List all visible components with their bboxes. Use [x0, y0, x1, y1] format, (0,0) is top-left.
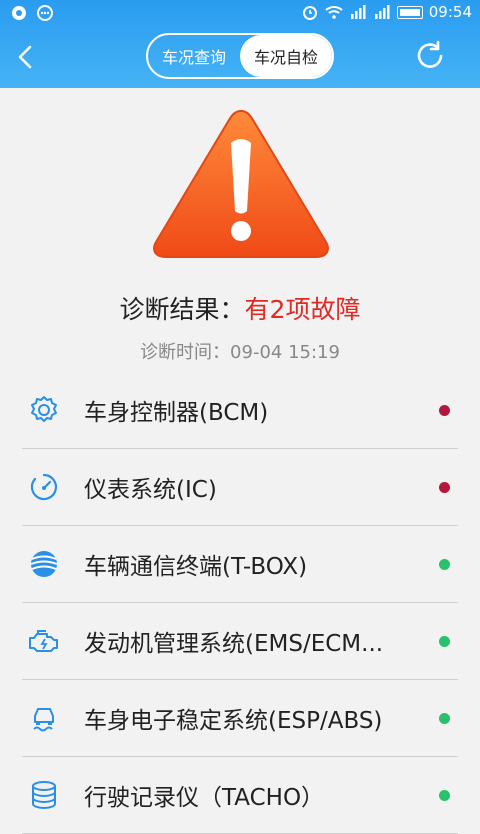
fault-status-dot: [439, 482, 450, 493]
tab-self-check[interactable]: 车况自检: [240, 35, 332, 77]
ok-status-dot: [439, 559, 450, 570]
system-label: 车辆通信终端(T-BOX): [84, 554, 308, 580]
message-notification-icon: [37, 5, 53, 21]
signal-2-icon: [374, 5, 390, 19]
engine-icon: [26, 623, 62, 659]
gauge-icon: [26, 469, 62, 505]
system-label: 车身电子稳定系统(ESP/ABS): [84, 708, 383, 734]
system-row-ems[interactable]: 发动机管理系统(EMS/ECM...: [22, 603, 458, 680]
header-bar: 09:54 车况查询 车况自检: [0, 0, 480, 88]
system-row-tbox[interactable]: 车辆通信终端(T-BOX): [22, 526, 458, 603]
ok-status-dot: [439, 713, 450, 724]
diagnosis-result: 诊断结果：有2项故障: [0, 290, 480, 326]
system-label: 仪表系统(IC): [84, 477, 217, 503]
globe-icon: [26, 546, 62, 582]
battery-icon: [396, 5, 423, 19]
system-row-tacho[interactable]: 行驶记录仪（TACHO）: [22, 757, 458, 834]
ok-status-dot: [439, 636, 450, 647]
warning-icon: [153, 109, 329, 258]
system-list: 车身控制器(BCM) 仪表系统(IC) 车辆通信终端(T-BOX) 发动机管理系…: [22, 372, 458, 834]
status-time: 09:54: [428, 3, 472, 21]
system-label: 发动机管理系统(EMS/ECM...: [84, 631, 384, 657]
alarm-icon: [302, 6, 317, 20]
system-row-bcm[interactable]: 车身控制器(BCM): [22, 372, 458, 449]
refresh-icon[interactable]: [414, 40, 446, 72]
gear-icon: [26, 392, 62, 428]
status-bar: 09:54: [0, 0, 480, 28]
diagnosis-time: 诊断时间：09-04 15:19: [140, 342, 340, 363]
car-stability-icon: [26, 700, 62, 736]
app-notification-icon: [12, 6, 26, 20]
database-icon: [26, 777, 62, 813]
tab-segment: 车况查询 车况自检: [146, 33, 334, 79]
back-icon[interactable]: [14, 44, 38, 70]
system-label: 车身控制器(BCM): [84, 400, 269, 426]
system-row-esp[interactable]: 车身电子稳定系统(ESP/ABS): [22, 680, 458, 757]
signal-icon: [350, 5, 366, 19]
wifi-icon: [325, 6, 343, 19]
system-label: 行驶记录仪（TACHO）: [84, 785, 325, 811]
diagnosis-result-label: 诊断结果：: [119, 295, 245, 324]
diagnosis-result-value: 有2项故障: [244, 295, 361, 324]
tab-vehicle-status[interactable]: 车况查询: [148, 35, 240, 77]
system-row-ic[interactable]: 仪表系统(IC): [22, 449, 458, 526]
ok-status-dot: [439, 790, 450, 801]
fault-status-dot: [439, 405, 450, 416]
